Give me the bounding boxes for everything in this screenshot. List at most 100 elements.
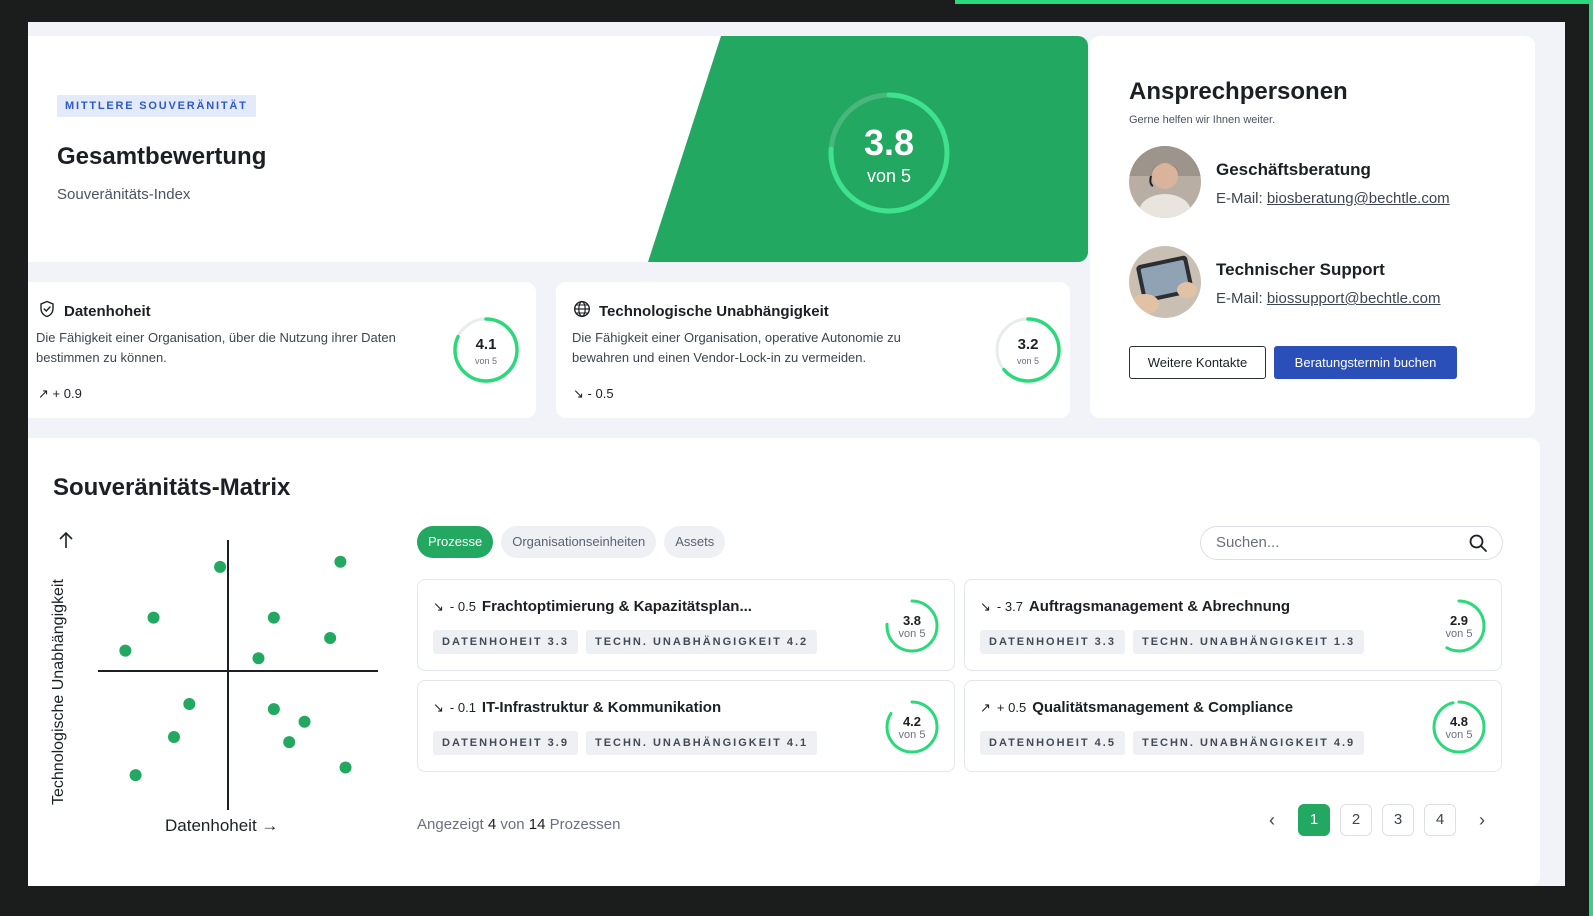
process-title: Frachtoptimierung & Kapazitätsplan... [481,598,752,615]
scatter-point-1[interactable] [214,560,227,573]
tag-datenhoheit: DATENHOHEIT 4.5 [980,731,1125,755]
metric-trend-value: - 0.5 [587,386,614,401]
pagination: ‹ 1 2 3 4 › [1256,804,1498,836]
scatter-point-4[interactable] [267,611,280,624]
consulting-email-link[interactable]: biosberatung@bechtle.com [1267,190,1450,207]
process-score-scale: von 5 [898,628,926,640]
scatter-point-8[interactable] [183,698,196,711]
process-delta: - 3.7 [996,599,1023,614]
metric-card-tech-unabhaengigkeit[interactable]: Technologische Unabhängigkeit Die Fähigk… [556,282,1070,418]
overall-score-ring: 3.8 von 5 [824,88,954,218]
x-axis-arrow-icon: → [261,816,279,835]
process-card[interactable]: ↘ - 0.5 Frachtoptimierung & Kapazitätspl… [417,579,955,671]
contacts-subtitle: Gerne helfen wir Ihnen weiter. [1129,114,1276,126]
metric-score-value: 3.2 [1017,336,1039,353]
trend-down-icon: ↘ [433,699,444,715]
count-total: 14 [528,816,546,833]
scatter-point-14[interactable] [129,769,142,782]
overall-score-scale: von 5 [866,166,912,186]
tab-prozesse[interactable]: Prozesse [417,526,494,558]
page-button-3[interactable]: 3 [1382,804,1414,836]
process-card[interactable]: ↗ + 0.5 Qualitätsmanagement & Compliance… [964,680,1502,772]
overall-score-value: 3.8 [863,122,915,163]
trend-down-icon: ↘ [433,598,444,614]
sovereignty-matrix-card: Souveränitäts-Matrix Technologische Unab… [28,438,1540,886]
scatter-point-6[interactable] [252,652,265,665]
search-icon[interactable] [1468,533,1488,558]
trend-down-icon: ↘ [980,598,991,614]
metric-score-value: 4.1 [475,336,497,353]
tag-datenhoheit: DATENHOHEIT 3.3 [980,630,1125,654]
email-label: E-Mail: [1216,290,1263,307]
process-tags: DATENHOHEIT 4.5 TECHN. UNABHÄNGIGKEIT 4.… [980,731,1365,755]
metric-description: Die Fähigkeit einer Organisation, über d… [36,330,396,365]
process-score-value: 4.2 [902,714,922,729]
process-header: ↗ + 0.5 Qualitätsmanagement & Compliance [980,699,1293,716]
metric-card-datenhoheit[interactable]: Datenhoheit Die Fähigkeit einer Organisa… [28,282,536,418]
process-delta: - 0.1 [449,700,476,715]
process-score-value: 2.9 [1449,613,1469,628]
scatter-point-7[interactable] [324,631,337,644]
scatter-point-13[interactable] [339,761,352,774]
chevron-left-icon[interactable]: ‹ [1256,804,1288,836]
search-box[interactable] [1200,526,1503,560]
contact-email: E-Mail: biossupport@bechtle.com [1216,290,1441,307]
chevron-right-icon[interactable]: › [1466,804,1498,836]
more-contacts-button[interactable]: Weitere Kontakte [1129,346,1266,379]
metric-header: Technologische Unabhängigkeit [573,300,829,322]
window-edge-right [1589,0,1593,916]
scatter-point-12[interactable] [283,736,296,749]
x-axis-label: Datenhoheit → [165,816,278,836]
globe-icon [573,300,591,322]
shield-check-icon [38,300,56,322]
tab-assets[interactable]: Assets [664,526,726,558]
process-score-value: 3.8 [902,613,922,628]
scatter-point-11[interactable] [168,731,180,744]
avatar-consulting [1129,146,1201,218]
metric-score-scale: von 5 [474,356,498,366]
process-card[interactable]: ↘ - 0.1 IT-Infrastruktur & Kommunikation… [417,680,955,772]
page-button-2[interactable]: 2 [1340,804,1372,836]
process-delta: + 0.5 [996,700,1027,715]
metric-description: Die Fähigkeit einer Organisation, operat… [572,330,901,365]
y-axis-arrow-icon [59,531,73,548]
overall-title: Gesamtbewertung [57,143,267,170]
tag-tech-unabhaengigkeit: TECHN. UNABHÄNGIGKEIT 4.2 [585,630,818,654]
scatter-point-5[interactable] [119,644,132,657]
process-tags: DATENHOHEIT 3.3 TECHN. UNABHÄNGIGKEIT 1.… [980,630,1365,654]
scatter-point-9[interactable] [267,703,280,716]
count-suffix: Prozessen [549,816,621,833]
process-score-scale: von 5 [1445,729,1473,741]
scatter-point-10[interactable] [298,715,311,728]
count-middle: von [500,816,525,833]
contact-name: Technischer Support [1216,260,1385,279]
metric-header: Datenhoheit [38,300,151,322]
contact-name: Geschäftsberatung [1216,160,1371,179]
page-button-4[interactable]: 4 [1424,804,1456,836]
email-label: E-Mail: [1216,190,1263,207]
scatter-point-2[interactable] [334,555,347,568]
process-tags: DATENHOHEIT 3.9 TECHN. UNABHÄNGIGKEIT 4.… [433,731,818,755]
search-input[interactable] [1216,534,1456,551]
process-score-scale: von 5 [898,729,926,741]
process-score-ring: 4.2 von 5 [884,699,940,755]
process-score-ring: 3.8 von 5 [884,598,940,654]
process-title: IT-Infrastruktur & Kommunikation [481,699,722,716]
metric-trend: ↘ - 0.5 [573,386,614,402]
process-score-ring: 4.8 von 5 [1431,699,1487,755]
book-consultation-button[interactable]: Beratungstermin buchen [1274,346,1457,379]
support-email-link[interactable]: biossupport@bechtle.com [1267,290,1441,307]
tab-organisationseinheiten[interactable]: Organisationseinheiten [501,526,657,558]
process-score-value: 4.8 [1449,714,1469,729]
contacts-title: Ansprechpersonen [1129,78,1348,105]
metric-score-ring: 4.1 von 5 [452,316,520,384]
trend-up-icon: ↗ [38,386,49,401]
dashboard: MITTLERE SOUVERÄNITÄT Gesamtbewertung So… [28,22,1565,886]
contact-email: E-Mail: biosberatung@bechtle.com [1216,190,1450,207]
result-count: Angezeigt 4 von 14 Prozessen [417,816,621,833]
process-card[interactable]: ↘ - 3.7 Auftragsmanagement & Abrechnung … [964,579,1502,671]
page-button-1[interactable]: 1 [1298,804,1330,836]
scatter-point-3[interactable] [147,611,160,624]
metric-title: Datenhoheit [64,302,151,320]
process-score-ring: 2.9 von 5 [1431,598,1487,654]
